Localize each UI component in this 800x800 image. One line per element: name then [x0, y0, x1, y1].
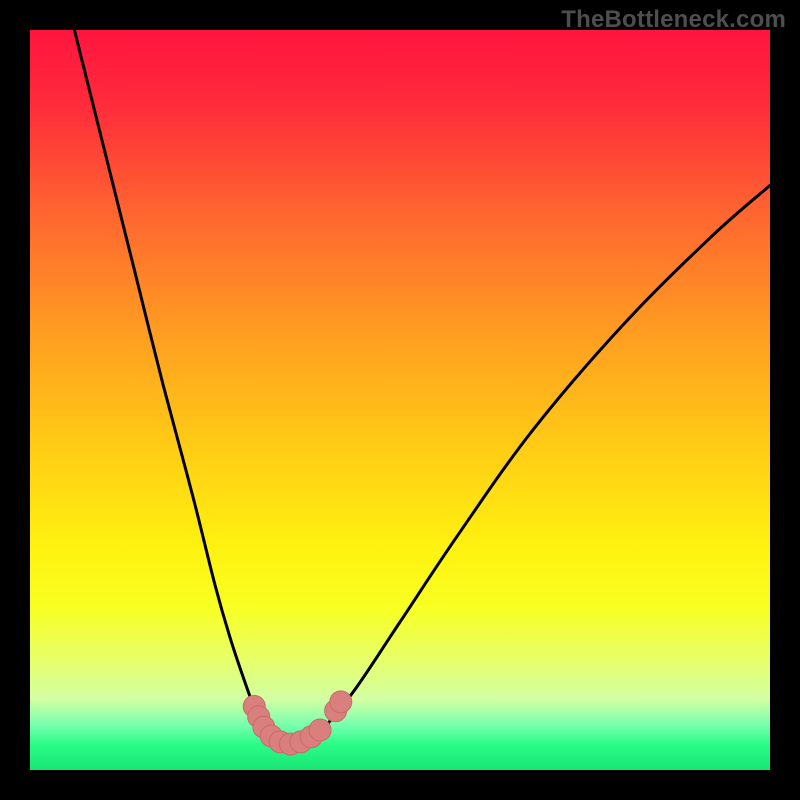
plot-area — [30, 30, 770, 770]
cluster-marker — [330, 691, 352, 713]
watermark-text: TheBottleneck.com — [561, 6, 786, 34]
gradient-background — [30, 30, 770, 770]
chart-svg — [30, 30, 770, 770]
cluster-marker — [309, 719, 331, 741]
outer-frame: TheBottleneck.com — [0, 0, 800, 800]
